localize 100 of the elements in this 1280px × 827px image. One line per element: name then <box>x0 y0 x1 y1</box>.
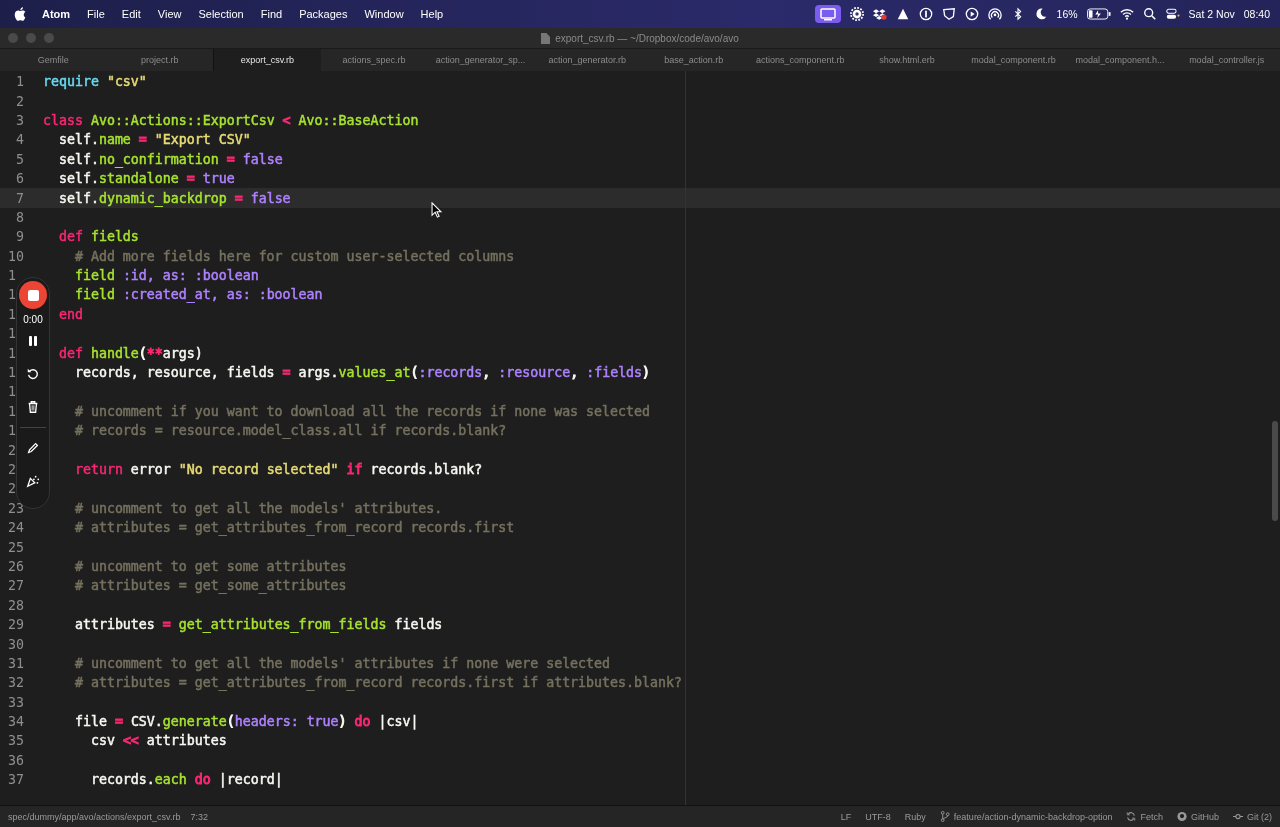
moon-icon[interactable] <box>1033 7 1048 21</box>
control-center-icon[interactable] <box>1165 7 1180 21</box>
file-tab[interactable]: actions_component.rb <box>747 49 854 71</box>
stop-recording-button[interactable] <box>19 281 47 309</box>
code-line: # uncomment if you want to download all the records if none was selected <box>73 403 650 419</box>
file-encoding[interactable]: UTF-8 <box>865 811 891 822</box>
file-tab[interactable]: project.rb <box>106 49 214 71</box>
file-tab[interactable]: modal_component.rb <box>960 49 1067 71</box>
menu-item[interactable]: Help <box>420 8 444 20</box>
apple-logo-icon[interactable] <box>14 7 26 21</box>
code-line: # records = resource.model_class.all if records.blank? <box>73 423 507 439</box>
trash-icon[interactable] <box>26 400 40 414</box>
menu-item[interactable]: File <box>87 8 105 20</box>
line-number: 1 <box>7 306 16 322</box>
code-line: attributes = get_attributes_from_fields fields <box>73 617 443 633</box>
menu-item[interactable]: Selection <box>198 8 244 20</box>
line-number: 2 <box>15 93 24 109</box>
branch-name[interactable]: feature/action-dynamic-backdrop-option <box>953 811 1113 822</box>
app-menu[interactable]: Atom <box>42 8 71 20</box>
line-number: 1 <box>7 365 16 381</box>
line-number: 25 <box>7 539 24 555</box>
line-number: 1 <box>7 326 16 342</box>
code-line: self.name = "Export CSV" <box>57 132 251 148</box>
code-line: # attributes = get_attributes_from_record records.first if attributes.blank? <box>73 675 682 691</box>
line-number: 31 <box>7 655 24 671</box>
file-tab[interactable]: export_csv.rb <box>213 49 321 71</box>
search-icon[interactable] <box>1142 7 1157 21</box>
grammar-selector[interactable]: Ruby <box>904 811 926 822</box>
cursor-position[interactable]: 7:32 <box>190 811 208 822</box>
file-icon <box>541 32 551 44</box>
line-number: 8 <box>15 209 24 225</box>
code-line: field :created_at, as: :boolean <box>73 287 323 303</box>
line-number: 23 <box>7 500 24 516</box>
dropbox-icon[interactable] <box>872 7 887 21</box>
git-button[interactable]: Git (2) <box>1247 811 1272 822</box>
line-number: 30 <box>7 636 24 652</box>
code-line: self.standalone = true <box>57 171 235 187</box>
code-line: self.no_confirmation = false <box>57 151 283 167</box>
line-number: 9 <box>15 229 24 245</box>
pause-icon[interactable] <box>26 334 40 348</box>
line-number: 7 <box>15 190 24 206</box>
menu-item[interactable]: Window <box>364 8 404 20</box>
menu-item[interactable]: View <box>157 8 182 20</box>
line-number: 10 <box>7 248 24 264</box>
line-number: 1 <box>7 423 16 439</box>
code-line: # Add more fields here for custom user-selected columns <box>73 248 515 264</box>
code-line: csv << attributes <box>89 733 227 749</box>
file-tab[interactable]: modal_component.h... <box>1066 49 1174 71</box>
menu-item[interactable]: Edit <box>121 8 141 20</box>
line-number: 26 <box>7 558 24 574</box>
restart-icon[interactable] <box>26 367 40 381</box>
fetch-button[interactable]: Fetch <box>1140 811 1163 822</box>
scrollbar-thumb[interactable] <box>1272 421 1278 521</box>
code-line: end <box>57 306 83 322</box>
battery-icon[interactable] <box>1086 8 1111 20</box>
line-number: 36 <box>7 752 24 768</box>
github-button[interactable]: GitHub <box>1190 811 1219 822</box>
code-line: return error "No record selected" if records.blank? <box>73 462 483 477</box>
file-tab[interactable]: Gemfile <box>0 49 107 71</box>
line-ending[interactable]: LF <box>840 811 852 822</box>
line-number: 27 <box>7 578 24 594</box>
code-line: # attributes = get_attributes_from_record records.first <box>73 520 515 536</box>
wifi-icon[interactable] <box>1119 7 1134 21</box>
code-line: records.each do |record| <box>89 772 283 788</box>
code-line: field :id, as: :boolean <box>73 268 259 284</box>
line-number: 34 <box>7 714 24 730</box>
code-line: self.dynamic_backdrop = false <box>57 190 291 206</box>
mouse-pointer-icon <box>431 202 442 218</box>
line-number: 32 <box>7 675 24 691</box>
line-number: 1 <box>7 287 16 303</box>
file-tab[interactable]: show.html.erb <box>853 49 961 71</box>
code-line: records, resource, fields = args.values_at(:records, :resource, :fields) <box>73 365 651 381</box>
file-tab[interactable]: action_generator.rb <box>533 49 641 71</box>
file-path[interactable]: spec/dummy/app/avo/actions/export_csv.rb <box>8 811 181 822</box>
menu-item[interactable]: Packages <box>299 8 348 20</box>
pencil-icon[interactable] <box>26 441 40 455</box>
menu-bar-date[interactable]: Sat 2 Nov <box>1188 8 1235 20</box>
recording-timer: 0:00 <box>23 314 43 325</box>
broadcast-icon[interactable] <box>987 7 1002 21</box>
play-icon[interactable] <box>964 7 979 21</box>
line-number: 29 <box>7 617 24 633</box>
branch-icon <box>939 811 950 822</box>
menu-bar-time[interactable]: 08:40 <box>1243 8 1270 20</box>
file-tab[interactable]: base_action.rb <box>640 49 748 71</box>
file-tab[interactable]: action_generator_sp... <box>427 49 534 71</box>
line-number: 37 <box>7 772 24 788</box>
gear-icon[interactable] <box>849 7 864 21</box>
triangle-icon[interactable] <box>895 7 910 21</box>
line-number: 1 <box>7 403 16 419</box>
file-tab[interactable]: actions_spec.rb <box>320 49 428 71</box>
battery-percentage: 16% <box>1056 8 1078 20</box>
commit-icon <box>1233 811 1243 822</box>
file-tab[interactable]: modal_controller.js <box>1173 49 1280 71</box>
line-number: 24 <box>7 520 24 536</box>
line-number: 2 <box>7 442 16 458</box>
menu-item[interactable]: Find <box>260 8 283 20</box>
code-line: file = CSV.generate(headers: true) do |csv| <box>73 714 419 730</box>
shield-icon[interactable] <box>941 7 956 21</box>
confetti-icon[interactable] <box>26 474 40 488</box>
screen-recorder-icon[interactable] <box>814 5 841 23</box>
